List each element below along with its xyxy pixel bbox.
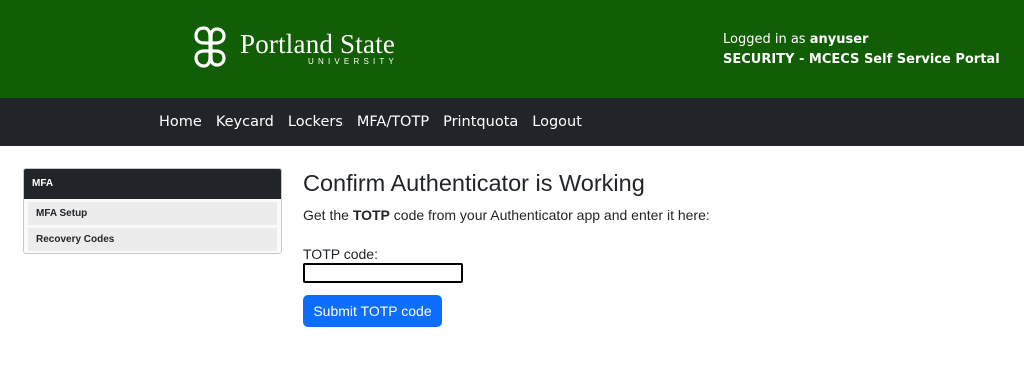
psu-logo[interactable]: Portland State UNIVERSITY	[188, 23, 395, 71]
nav-list: Home Keycard Lockers MFA/TOTP Printquota…	[159, 98, 596, 146]
login-status: Logged in as anyuser	[723, 30, 1000, 50]
instruction-suffix: code from your Authenticator app and ent…	[393, 207, 710, 223]
page-title: Confirm Authenticator is Working	[303, 170, 645, 196]
instruction-text: Get the TOTP code from your Authenticato…	[303, 205, 1003, 225]
instruction-bold: TOTP	[352, 207, 390, 223]
nav-printquota[interactable]: Printquota	[443, 114, 518, 130]
submit-totp-button[interactable]: Submit TOTP code	[303, 295, 442, 327]
sidebar-item-mfa-setup[interactable]: MFA Setup	[28, 202, 277, 225]
main-content: Confirm Authenticator is Working Get the…	[303, 168, 1003, 327]
portal-title: SECURITY - MCECS Self Service Portal	[723, 50, 1000, 70]
nav-mfa-totp[interactable]: MFA/TOTP	[357, 114, 429, 130]
login-info: Logged in as anyuser SECURITY - MCECS Se…	[723, 30, 1000, 70]
portal-title-text: SECURITY - MCECS Self Service Portal	[723, 52, 1000, 67]
nav-home[interactable]: Home	[159, 114, 202, 130]
site-header: Portland State UNIVERSITY Logged in as a…	[0, 0, 1024, 98]
sidebar-heading: MFA	[24, 169, 281, 199]
main-navbar: Home Keycard Lockers MFA/TOTP Printquota…	[0, 98, 1024, 146]
nav-keycard[interactable]: Keycard	[216, 114, 274, 130]
logo-name: Portland State	[240, 28, 396, 59]
nav-lockers[interactable]: Lockers	[288, 114, 343, 130]
sidebar-item-recovery-codes[interactable]: Recovery Codes	[28, 228, 277, 251]
nav-logout[interactable]: Logout	[532, 114, 582, 130]
mfa-sidebar: MFA MFA Setup Recovery Codes	[23, 168, 282, 254]
totp-field-label: TOTP code:	[303, 246, 378, 262]
totp-code-input[interactable]	[303, 263, 463, 283]
logo-text: Portland State UNIVERSITY	[240, 29, 395, 66]
login-prefix: Logged in as	[723, 32, 806, 47]
username: anyuser	[809, 32, 869, 47]
instruction-prefix: Get the	[303, 207, 349, 223]
psu-logo-icon	[194, 26, 226, 68]
